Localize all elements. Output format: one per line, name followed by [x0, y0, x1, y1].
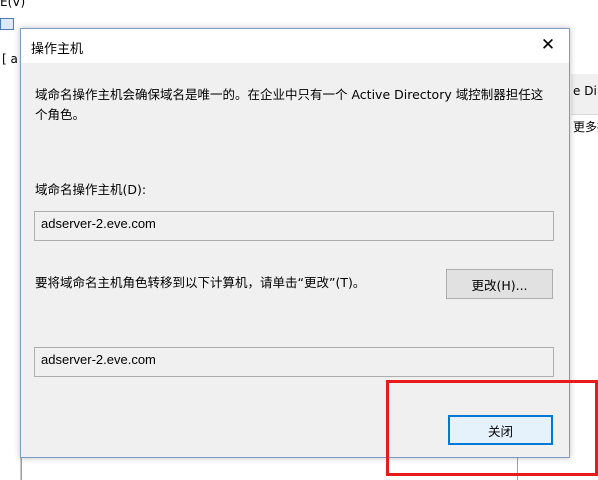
background-left-text: [ a: [2, 52, 18, 66]
annotation-highlight: [386, 380, 598, 476]
target-computer-field[interactable]: adserver-2.eve.com: [34, 347, 554, 377]
background-right-text-2: 更多控: [573, 120, 598, 134]
dialog-titlebar[interactable]: 操作主机 ✕: [21, 29, 569, 63]
change-button[interactable]: 更改(H)...: [446, 269, 553, 299]
background-divider-left: [21, 458, 22, 480]
close-icon[interactable]: ✕: [533, 32, 563, 58]
background-menu-fragment: E(V): [0, 0, 26, 9]
current-master-field[interactable]: adserver-2.eve.com: [34, 211, 554, 241]
dialog-description: 域命名操作主机会确保域名是唯一的。在企业中只有一个 Active Directo…: [35, 87, 544, 122]
background-right-text-1: e Di: [573, 84, 597, 98]
background-left-panel: [0, 44, 21, 480]
transfer-instructions: 要将域命名主机角色转移到以下计算机，请单击“更改”(T)。: [35, 275, 366, 290]
dialog-title: 操作主机: [31, 42, 84, 57]
toolbar-icon[interactable]: [0, 18, 14, 30]
fsmo-label: 域命名操作主机(D):: [35, 182, 147, 197]
background-window-top: [0, 0, 598, 14]
